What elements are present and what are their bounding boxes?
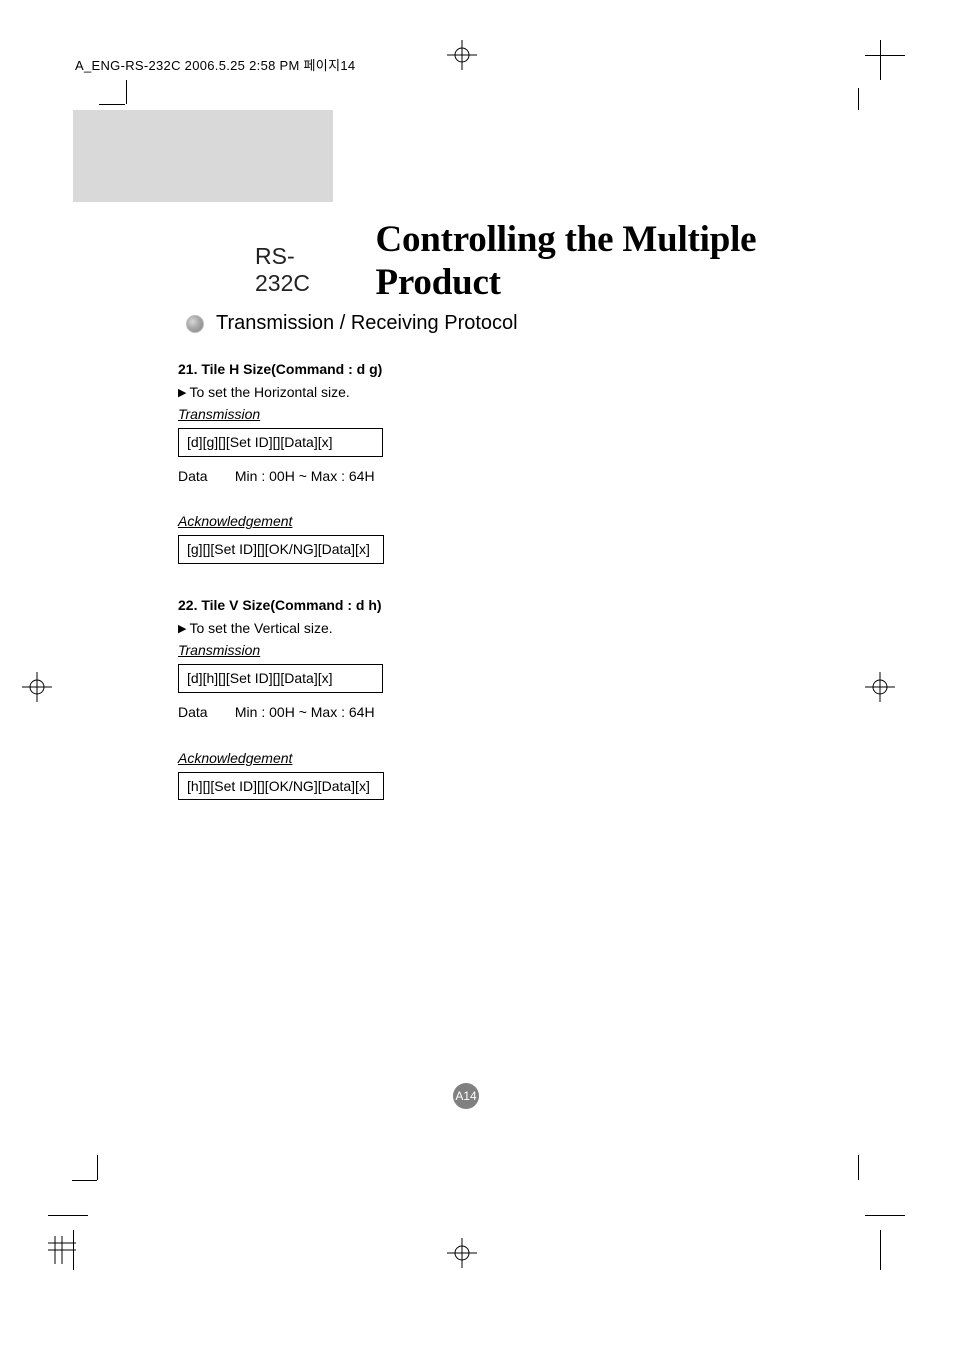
right-arrow-icon: ▶ bbox=[178, 386, 186, 401]
crop-mark bbox=[126, 80, 127, 104]
cmd21-desc-text: To set the Horizontal size. bbox=[189, 384, 349, 400]
cmd22-desc-text: To set the Vertical size. bbox=[189, 620, 332, 636]
crop-mark bbox=[97, 1155, 98, 1180]
cmd22-transmission-label: Transmission bbox=[178, 641, 260, 660]
registration-mark-icon bbox=[447, 40, 477, 70]
cmd22-desc: ▶To set the Vertical size. bbox=[178, 619, 738, 638]
section-title: Transmission / Receiving Protocol bbox=[216, 312, 518, 335]
registration-mark-icon bbox=[447, 1238, 477, 1268]
page-title: Controlling the Multiple Product bbox=[375, 218, 879, 304]
cmd21-transmission-code: [d][g][][Set ID][][Data][x] bbox=[178, 428, 383, 457]
cmd21-data-range: Min : 00H ~ Max : 64H bbox=[235, 468, 375, 484]
bullet-icon bbox=[186, 315, 204, 333]
cmd21-data-row: Data Min : 00H ~ Max : 64H bbox=[178, 467, 738, 486]
page-heading: RS-232C Controlling the Multiple Product bbox=[255, 218, 879, 304]
cmd22-data-range: Min : 00H ~ Max : 64H bbox=[235, 704, 375, 720]
crop-mark bbox=[865, 55, 905, 56]
crop-mark bbox=[858, 1155, 859, 1180]
cmd22-data-label: Data bbox=[178, 703, 231, 722]
crop-mark bbox=[858, 88, 859, 110]
section-heading: Transmission / Receiving Protocol bbox=[186, 312, 518, 335]
cmd21-title: 21. Tile H Size(Command : d g) bbox=[178, 360, 738, 379]
crop-mark bbox=[72, 1180, 97, 1181]
cmd21-transmission-label: Transmission bbox=[178, 405, 260, 424]
crop-mark bbox=[99, 104, 125, 105]
crop-mark bbox=[48, 1215, 88, 1216]
cmd21-desc: ▶To set the Horizontal size. bbox=[178, 383, 738, 402]
body-content: 21. Tile H Size(Command : d g) ▶To set t… bbox=[178, 360, 738, 800]
cmd22-title: 22. Tile V Size(Command : d h) bbox=[178, 596, 738, 615]
registration-mark-icon bbox=[865, 672, 895, 702]
page-accent-band bbox=[73, 110, 333, 202]
print-job-header: A_ENG-RS-232C 2006.5.25 2:58 PM 페이지14 bbox=[75, 55, 355, 74]
cmd21-ack-label: Acknowledgement bbox=[178, 512, 292, 531]
crop-mark bbox=[880, 40, 881, 80]
cmd22-ack-label: Acknowledgement bbox=[178, 749, 292, 768]
cmd22-data-row: Data Min : 00H ~ Max : 64H bbox=[178, 703, 738, 722]
crop-mark bbox=[880, 1230, 881, 1270]
page-number: A14 bbox=[455, 1089, 476, 1103]
cmd22-ack-code: [h][][Set ID][][OK/NG][Data][x] bbox=[178, 772, 384, 801]
rs232c-label: RS-232C bbox=[255, 243, 347, 304]
page-number-badge: A14 bbox=[453, 1083, 479, 1109]
cmd21-data-label: Data bbox=[178, 467, 231, 486]
crop-mark bbox=[865, 1215, 905, 1216]
registration-corner-icon bbox=[48, 1236, 76, 1264]
registration-mark-icon bbox=[22, 672, 52, 702]
cmd22-transmission-code: [d][h][][Set ID][][Data][x] bbox=[178, 664, 383, 693]
right-arrow-icon: ▶ bbox=[178, 622, 186, 637]
cmd21-ack-code: [g][][Set ID][][OK/NG][Data][x] bbox=[178, 535, 384, 564]
